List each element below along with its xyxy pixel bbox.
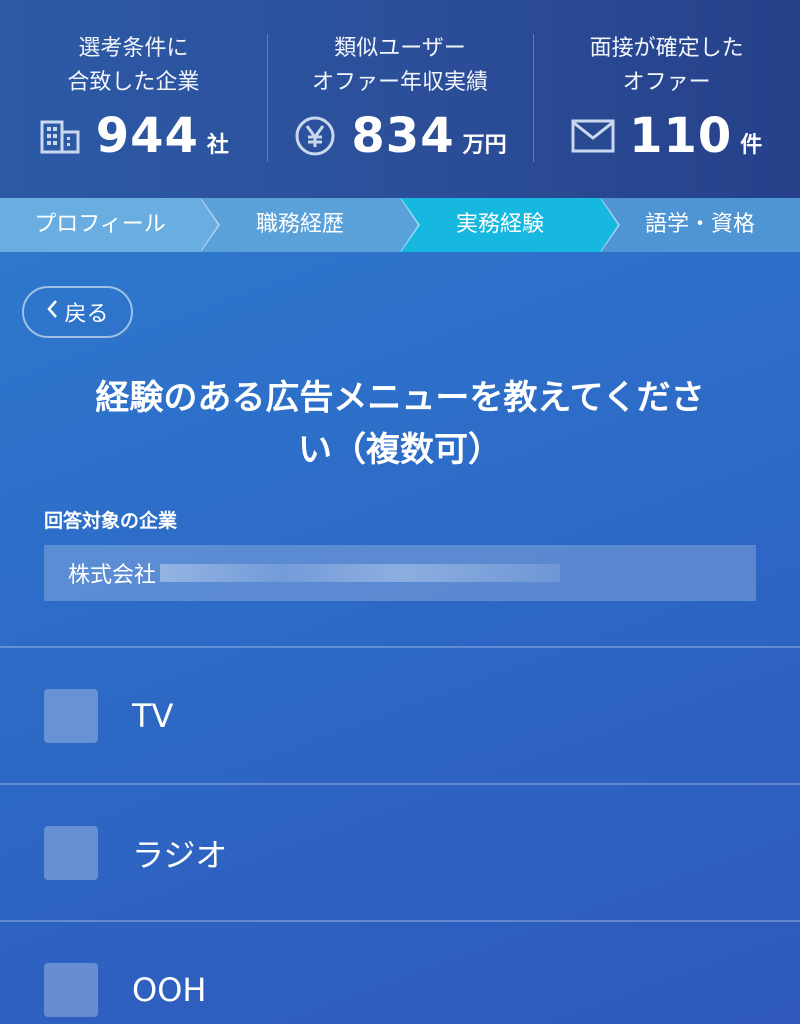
company-name: 株式会社: [68, 563, 157, 588]
chevron-divider: [400, 198, 418, 252]
chevron-divider: [600, 198, 618, 252]
redacted-company-name: [160, 564, 561, 582]
building-icon: [38, 114, 82, 158]
stat-number: 834: [351, 108, 455, 164]
question-title: 経験のある広告メニューを教えてくださ い（複数可）: [95, 378, 705, 470]
step-work-experience: 実務経験: [400, 198, 620, 252]
stat-unit: 社: [206, 133, 229, 158]
yen-icon: [293, 114, 337, 158]
chevron-left-icon: [46, 299, 58, 325]
option-tv[interactable]: TV: [0, 646, 800, 783]
checkbox[interactable]: [44, 825, 98, 880]
stat-title: 選考条件に 合致した企業: [67, 36, 200, 95]
back-label: 戻る: [64, 302, 109, 327]
target-company-field: 株式会社: [44, 545, 756, 601]
stat-number: 944: [95, 108, 199, 164]
step-profile: プロフィール: [0, 198, 220, 252]
ad-menu-options: TV ラジオ OOH: [0, 646, 800, 1024]
step-language-qualification: 語学・資格: [600, 198, 800, 252]
checkbox[interactable]: [44, 962, 98, 1017]
step-work-history: 職務経歴: [200, 198, 420, 252]
stat-title: 類似ユーザー オファー年収実績: [312, 36, 489, 95]
option-ooh[interactable]: OOH: [0, 920, 800, 1024]
stat-unit: 万円: [462, 133, 507, 158]
step-label: 職務経歴: [255, 212, 344, 237]
target-company-label: 回答対象の企業: [44, 510, 178, 532]
stat-matched-companies: 選考条件に 合致した企業 944 社: [0, 0, 267, 198]
option-label: ラジオ: [132, 835, 228, 874]
step-label: プロフィール: [34, 212, 166, 237]
chevron-divider: [200, 198, 218, 252]
stat-title: 面接が確定した オファー: [589, 36, 744, 95]
stat-offer-salary: 類似ユーザー オファー年収実績 834 万円: [266, 0, 534, 198]
mail-icon: [571, 114, 615, 158]
progress-steps: プロフィール 職務経歴 実務経験 語学・資格: [0, 198, 800, 252]
checkbox[interactable]: [44, 688, 98, 743]
step-label: 語学・資格: [644, 212, 755, 237]
option-label: OOH: [132, 970, 207, 1009]
option-radio[interactable]: ラジオ: [0, 783, 800, 920]
stat-number: 110: [629, 108, 733, 164]
stat-value-row: 944 社: [0, 110, 267, 162]
step-label: 実務経験: [455, 212, 544, 237]
option-label: TV: [132, 696, 174, 735]
stats-panel: 選考条件に 合致した企業 944 社 類似ユーザー オファー年収実績 834 万…: [0, 0, 800, 198]
back-button[interactable]: 戻る: [22, 286, 133, 338]
stat-unit: 件: [740, 133, 763, 158]
stat-value-row: 110 件: [533, 110, 800, 162]
stat-confirmed-interviews: 面接が確定した オファー 110 件: [533, 0, 800, 198]
stat-value-row: 834 万円: [267, 110, 534, 162]
